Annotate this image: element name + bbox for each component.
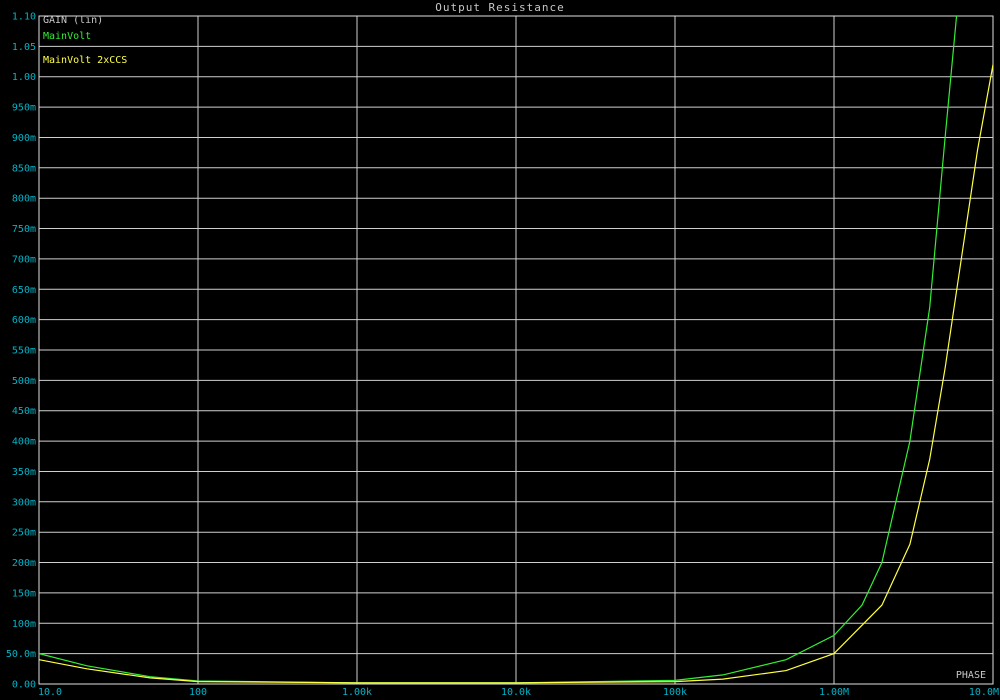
y-tick-label: 100m	[12, 619, 36, 630]
y-tick-label: 250m	[12, 528, 36, 539]
y-tick-label: 900m	[12, 133, 36, 144]
x-tick-label: 10.0M	[969, 687, 999, 698]
y-tick-label: 800m	[12, 194, 36, 205]
legend-entry: MainVolt 2xCCS	[43, 55, 127, 66]
phase-label: PHASE	[956, 670, 986, 681]
y-axis-label: GAIN (lin)	[43, 15, 103, 26]
x-tick-label: 100	[189, 687, 207, 698]
y-tick-label: 150m	[12, 588, 36, 599]
y-tick-label: 600m	[12, 315, 36, 326]
y-tick-label: 850m	[12, 163, 36, 174]
x-tick-label: 1.00k	[342, 687, 372, 698]
y-tick-label: 1.10	[12, 12, 36, 23]
y-tick-label: 0.00	[12, 680, 36, 691]
x-tick-label: 100k	[663, 687, 687, 698]
y-tick-label: 500m	[12, 376, 36, 387]
y-tick-label: 400m	[12, 437, 36, 448]
y-tick-label: 450m	[12, 406, 36, 417]
y-tick-label: 300m	[12, 497, 36, 508]
y-tick-label: 1.05	[12, 42, 36, 53]
y-tick-label: 950m	[12, 103, 36, 114]
legend-entry: MainVolt	[43, 31, 91, 42]
plot-chart: Output Resistance 0.00 50.0m 100m 150m 200m 2…	[0, 0, 1000, 700]
y-tick-label: 50.0m	[6, 649, 36, 660]
y-tick-label: 1.00	[12, 72, 36, 83]
x-tick-label: 1.00M	[819, 687, 849, 698]
y-tick-label: 700m	[12, 254, 36, 265]
y-tick-label: 550m	[12, 346, 36, 357]
y-tick-label: 750m	[12, 224, 36, 235]
x-tick-label: 10.0k	[501, 687, 531, 698]
y-tick-label: 200m	[12, 558, 36, 569]
y-tick-label: 350m	[12, 467, 36, 478]
x-tick-label: 10.0	[38, 687, 62, 698]
y-tick-label: 650m	[12, 285, 36, 296]
chart-title: Output Resistance	[435, 1, 565, 14]
